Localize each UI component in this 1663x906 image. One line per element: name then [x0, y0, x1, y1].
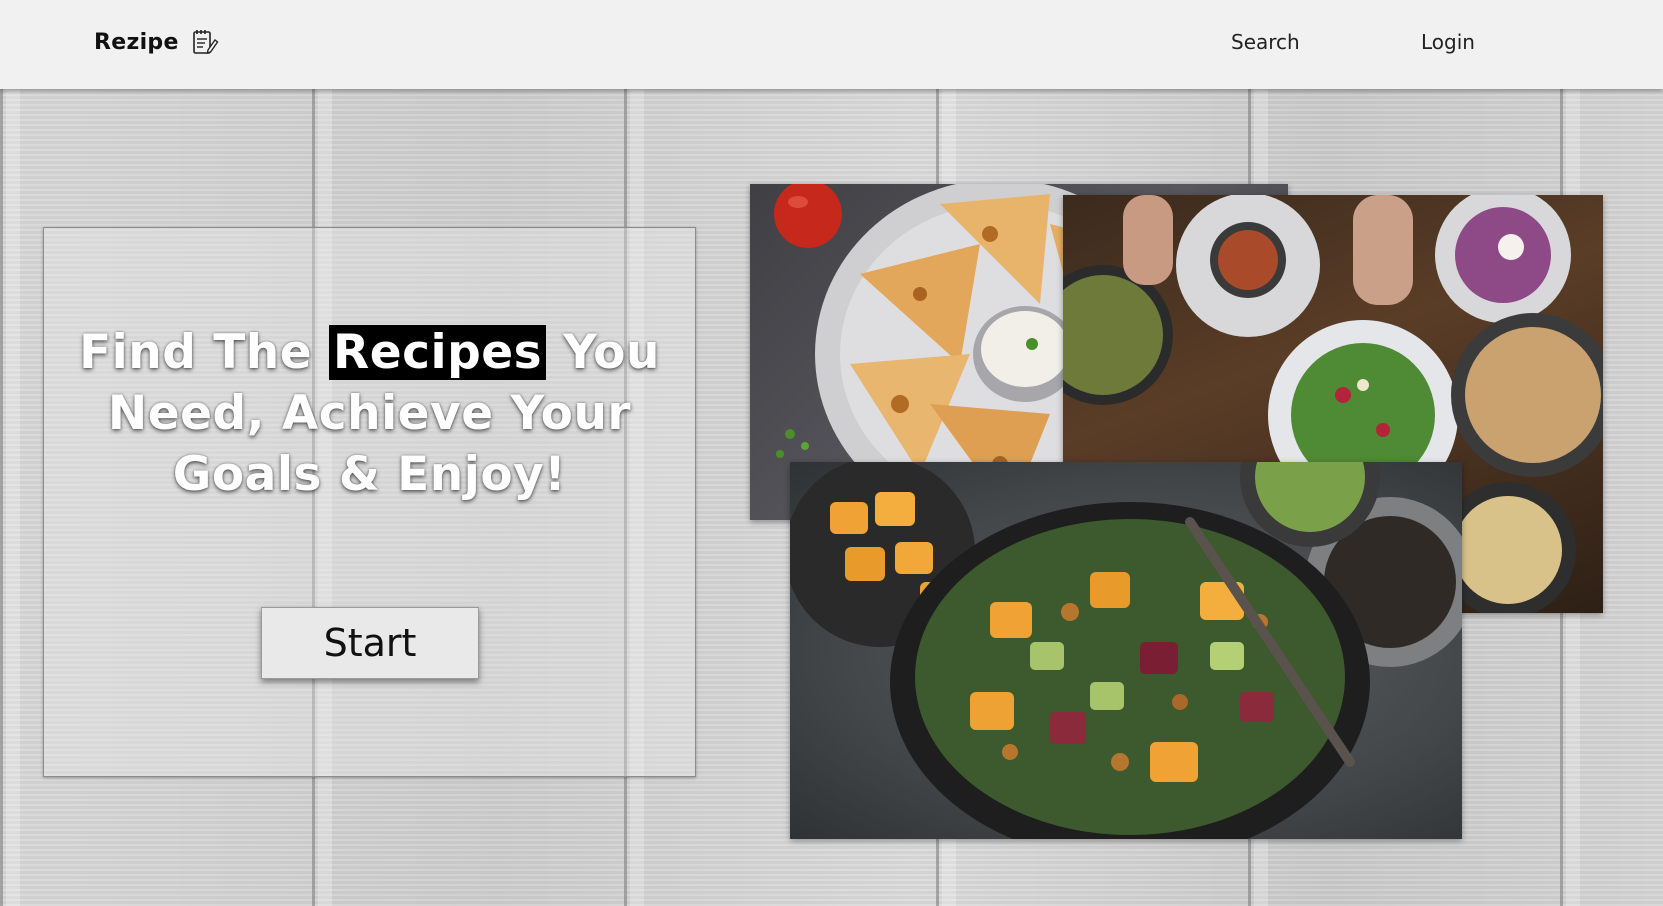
top-navbar: Rezipe Search Login: [0, 0, 1663, 89]
hero-title-highlight: Recipes: [329, 325, 547, 380]
nav-search-link[interactable]: Search: [1231, 30, 1300, 54]
hero-title-start: Find The: [79, 325, 313, 380]
hero-card: Find The Recipes You Need, Achieve Your …: [43, 227, 696, 777]
roasted-vegetable-salad-bowl-photo: [790, 462, 1462, 839]
start-button[interactable]: Start: [261, 607, 479, 679]
brand-logo[interactable]: Rezipe: [94, 28, 219, 56]
recipe-notepad-icon: [191, 28, 219, 56]
nav-login-link[interactable]: Login: [1421, 30, 1475, 54]
hero-title: Find The Recipes You Need, Achieve Your …: [64, 322, 675, 505]
brand-name: Rezipe: [94, 29, 179, 55]
